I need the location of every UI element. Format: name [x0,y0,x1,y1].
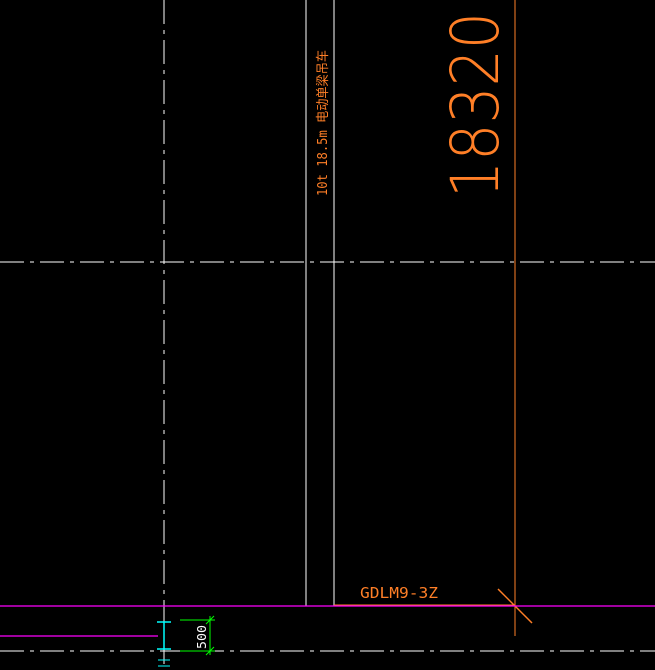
door-label: GDLM9-3Z [360,584,438,602]
small-dimension-value: 500 [195,625,209,649]
dimension-value: 18320 [437,12,514,198]
cad-drawing-canvas[interactable]: 10t 18.5m 电动单梁吊车 18320 GDLM9-3Z 500 [0,0,655,670]
crane-label: 10t 18.5m 电动单梁吊车 [315,50,331,196]
column-symbol [157,621,171,650]
